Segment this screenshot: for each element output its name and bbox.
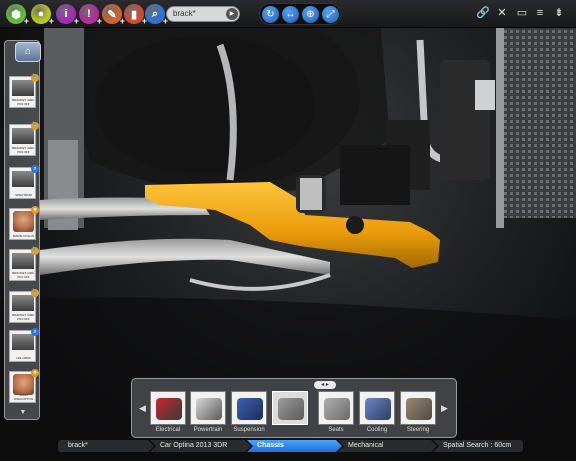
view-controls: ↻ ↔ ⊕ ⤢ <box>259 3 341 25</box>
search-input-value: brack* <box>173 9 196 18</box>
category-card[interactable]: Cooling <box>359 391 395 435</box>
search-tool-icon[interactable]: ⌕ + <box>145 4 168 26</box>
scroll-down-icon[interactable]: ▼ <box>13 409 33 416</box>
plus-icon: + <box>96 16 102 26</box>
add-alert-glyph: ! <box>87 8 91 20</box>
home-icon: ⌂ <box>24 46 32 57</box>
category-card[interactable] <box>272 391 308 435</box>
add-model-glyph: ⬢ <box>11 8 21 21</box>
carousel-toggle[interactable]: ◂ ▸ <box>314 381 336 389</box>
breadcrumb: brack* Car Optina 2013 3DR Chassis Mechanic… <box>58 440 523 452</box>
plus-icon: + <box>73 16 79 26</box>
search-go-button[interactable]: ▶ <box>226 8 238 20</box>
window-icon[interactable]: ▭ <box>515 6 529 20</box>
category-art <box>365 398 391 420</box>
search-badge-icon: ⌕ <box>31 328 39 336</box>
breadcrumb-item[interactable]: brack* <box>58 440 154 452</box>
category-card[interactable]: Suspension <box>231 391 267 435</box>
tool-badge-icon: 🔧 <box>31 247 39 255</box>
category-label: Seats <box>328 427 344 433</box>
add-info-glyph: i <box>64 8 68 20</box>
category-thumbnail <box>359 391 395 425</box>
category-thumbnail <box>400 391 436 425</box>
app-window: ⬢ + ● + i + ! + ✎ + ▮ + ⌕ + brack* ▶ ↻ ↔… <box>0 0 576 461</box>
carousel-prev-icon[interactable]: ◀ <box>139 392 146 424</box>
category-label: Suspension <box>233 427 265 433</box>
tool-badge-icon: 🔧 <box>31 74 39 82</box>
magnifier-glyph: ⌕ <box>151 7 159 20</box>
category-thumbnail <box>190 391 226 425</box>
category-label: Powertrain <box>193 427 223 433</box>
home-button[interactable]: ⌂ <box>15 42 41 62</box>
category-art <box>196 398 222 420</box>
part-thumbnail <box>12 80 34 96</box>
category-thumbnail <box>318 391 354 425</box>
category-card[interactable]: Electrical <box>150 391 186 435</box>
rotate-icon[interactable]: ↻ <box>262 6 279 23</box>
tool-badge-icon: ● <box>31 206 39 214</box>
category-thumbnail <box>272 391 308 425</box>
part-thumbnail <box>12 128 34 144</box>
chart-glyph: ▮ <box>130 8 138 21</box>
plus-icon: + <box>48 16 54 26</box>
tool-badge-icon: 🔧 <box>31 122 39 130</box>
category-thumbnail <box>231 391 267 425</box>
part-thumbnail <box>12 295 34 311</box>
download-icon[interactable]: ⇟ <box>552 6 566 20</box>
add-chart-icon[interactable]: ▮ + <box>124 4 147 26</box>
fit-view-icon[interactable]: ⤢ <box>322 6 339 23</box>
person-photo <box>13 374 34 395</box>
category-art <box>406 398 432 420</box>
part-thumbnail <box>12 253 34 269</box>
menu-icon[interactable]: ≡ <box>533 6 547 20</box>
category-card[interactable]: Powertrain <box>190 391 226 435</box>
add-user-icon[interactable]: ● + <box>31 4 54 26</box>
category-art <box>324 398 350 420</box>
history-item-caption: SPECTRUM <box>15 193 32 197</box>
history-item-caption: BRACKET 1000-P03 OFF <box>12 146 35 154</box>
history-item-caption: 123-1453A <box>16 356 31 360</box>
search-badge-icon: ⌕ <box>31 165 39 173</box>
wrench-glyph: ✎ <box>107 8 117 21</box>
close-icon[interactable]: ✕ <box>495 6 509 20</box>
breadcrumb-item[interactable]: Mechanical <box>338 440 437 452</box>
add-model-icon[interactable]: ⬢ + <box>6 4 29 26</box>
tool-badge-icon: ● <box>31 369 39 377</box>
category-art <box>237 398 263 420</box>
category-label: Cooling <box>366 427 388 433</box>
category-art <box>156 398 182 420</box>
history-item-caption: BRACKET 1000-P03 OFF <box>12 98 35 106</box>
category-thumbnail <box>150 391 186 425</box>
link-icon[interactable]: 🔗 <box>476 6 490 20</box>
history-item-caption: BRACKET 1000-P03 OFF <box>12 313 35 321</box>
history-item-caption: JOHN ASHCOTTON <box>14 393 33 401</box>
zoom-icon[interactable]: ⊕ <box>302 6 319 23</box>
carousel-next-icon[interactable]: ▶ <box>441 392 448 424</box>
add-alert-icon[interactable]: ! + <box>79 4 102 26</box>
add-user-glyph: ● <box>37 8 45 20</box>
category-art <box>278 398 304 420</box>
history-item-caption: BRACKET 1000-P03 OFF <box>12 271 35 279</box>
breadcrumb-item[interactable]: Chassis <box>247 440 342 452</box>
plus-icon: + <box>23 16 29 26</box>
category-card[interactable]: Seats <box>318 391 354 435</box>
breadcrumb-item[interactable]: Car Optina 2013 3DR <box>150 440 251 452</box>
part-thumbnail <box>12 334 34 350</box>
top-toolbar: ⬢ + ● + i + ! + ✎ + ▮ + ⌕ + brack* ▶ ↻ ↔… <box>0 0 576 28</box>
pan-icon[interactable]: ↔ <box>282 6 299 23</box>
category-card[interactable]: Steering <box>400 391 436 435</box>
tool-badge-icon: 🔧 <box>31 289 39 297</box>
category-label: Electrical <box>155 427 181 433</box>
part-thumbnail <box>12 171 34 187</box>
person-photo <box>13 211 34 232</box>
add-info-icon[interactable]: i + <box>56 4 79 26</box>
add-tool-icon[interactable]: ✎ + <box>102 4 125 26</box>
history-item-caption: MARIE COLLIN <box>12 234 35 238</box>
category-label: Steering <box>406 427 430 433</box>
breadcrumb-item[interactable]: Spatial Search : 60cm <box>433 440 523 452</box>
